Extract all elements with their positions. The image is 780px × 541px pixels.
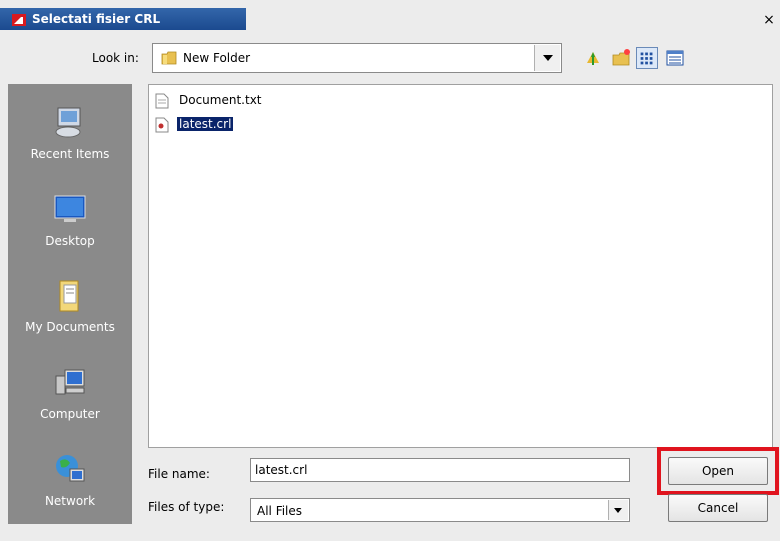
places-bar: Recent Items Desktop My Documents Comput… — [8, 84, 132, 524]
cancel-button[interactable]: Cancel — [668, 494, 768, 522]
look-in-value: New Folder — [183, 51, 251, 65]
recent-items-icon — [55, 107, 81, 138]
file-open-dialog: Selectati fisier CRL × Look in: New Fold… — [0, 0, 780, 541]
file-name-input[interactable] — [250, 458, 630, 482]
place-network[interactable]: Network — [8, 451, 132, 508]
place-label: Computer — [40, 407, 100, 421]
file-name: Document.txt — [179, 93, 262, 107]
files-of-type-combobox[interactable]: All Files — [250, 498, 630, 522]
desktop-icon — [54, 195, 86, 222]
window-title: Selectati fisier CRL — [32, 12, 161, 26]
app-logo-icon — [12, 14, 26, 26]
look-in-combobox[interactable]: New Folder — [152, 43, 562, 73]
place-my-documents[interactable]: My Documents — [8, 277, 132, 334]
folder-icon — [161, 51, 177, 65]
close-button[interactable]: × — [760, 12, 778, 30]
network-icon — [56, 455, 85, 482]
up-folder-icon[interactable] — [582, 47, 604, 69]
place-computer[interactable]: Computer — [8, 364, 132, 421]
place-label: My Documents — [25, 320, 115, 334]
file-list[interactable]: Document.txt latest.crl — [148, 84, 773, 448]
place-desktop[interactable]: Desktop — [8, 191, 132, 248]
place-recent-items[interactable]: Recent Items — [8, 104, 132, 161]
title-bar: Selectati fisier CRL × — [0, 0, 780, 34]
details-view-icon[interactable] — [664, 47, 686, 69]
files-of-type-value: All Files — [257, 504, 303, 518]
my-documents-icon — [59, 280, 79, 312]
file-name-label: File name: — [148, 467, 210, 481]
place-label: Recent Items — [30, 147, 110, 161]
new-folder-icon[interactable] — [610, 47, 632, 69]
files-of-type-label: Files of type: — [148, 500, 225, 514]
certificate-file-icon — [155, 117, 169, 133]
chevron-down-icon[interactable] — [534, 45, 560, 71]
text-file-icon — [155, 93, 169, 109]
look-in-label: Look in: — [92, 51, 139, 65]
open-button[interactable]: Open — [668, 457, 768, 485]
file-name: latest.crl — [175, 116, 235, 132]
chevron-down-icon[interactable] — [608, 500, 628, 520]
place-label: Network — [44, 494, 96, 508]
computer-icon — [55, 369, 85, 395]
list-view-icon[interactable] — [636, 47, 658, 69]
place-label: Desktop — [45, 234, 95, 248]
